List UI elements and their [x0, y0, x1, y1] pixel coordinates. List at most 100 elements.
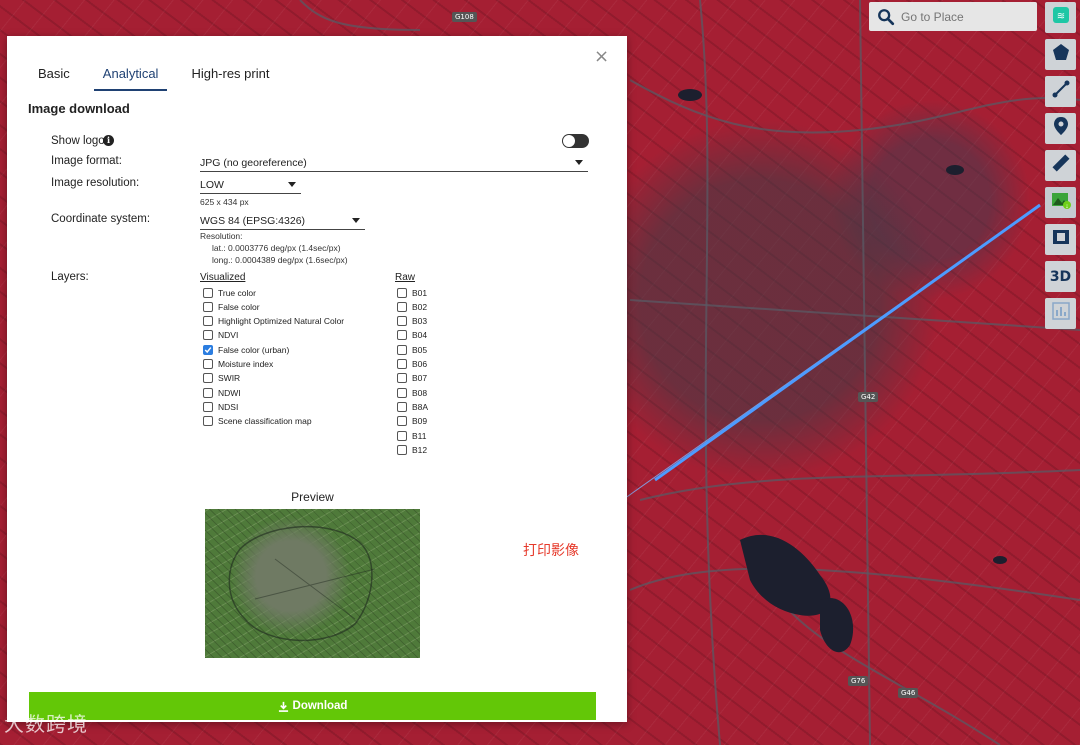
chevron-down-icon	[288, 182, 296, 187]
tab-basic[interactable]: Basic	[29, 64, 79, 91]
search-icon	[877, 8, 895, 26]
visualized-layer-item[interactable]: False color	[203, 300, 260, 313]
visualized-layer-label: NDVI	[218, 330, 239, 341]
raw-band-item[interactable]: B01	[397, 286, 427, 299]
search-box[interactable]	[869, 2, 1037, 31]
raw-band-item[interactable]: B11	[397, 429, 427, 442]
checkbox[interactable]	[397, 416, 407, 427]
visualized-layer-item[interactable]: NDVI	[203, 329, 238, 342]
tab-high-res-print[interactable]: High-res print	[182, 64, 278, 91]
place-marker-button[interactable]	[1045, 113, 1076, 144]
checkbox[interactable]	[203, 387, 213, 398]
raw-band-item[interactable]: B03	[397, 315, 427, 328]
image-resolution-label: Image resolution:	[51, 177, 140, 189]
checkbox[interactable]	[397, 444, 407, 455]
checkbox[interactable]	[203, 344, 213, 355]
raw-band-item[interactable]: B02	[397, 300, 427, 313]
visualized-layer-item[interactable]: Scene classification map	[203, 415, 312, 428]
checkbox[interactable]	[203, 301, 213, 312]
image-size-hint: 625 x 434 px	[200, 197, 249, 207]
coordinate-system-select[interactable]: WGS 84 (EPSG:4326)	[200, 215, 365, 230]
raw-band-item[interactable]: B07	[397, 372, 427, 385]
checkbox[interactable]	[397, 373, 407, 384]
checkbox[interactable]	[203, 416, 213, 427]
statistics-button[interactable]	[1045, 298, 1076, 329]
3d-button[interactable]: 3D	[1045, 261, 1076, 292]
checkbox[interactable]	[397, 359, 407, 369]
road-label: G76	[848, 676, 869, 686]
chevron-down-icon	[352, 218, 360, 223]
annotation-label: 打印影像	[523, 543, 579, 559]
checkbox[interactable]	[397, 430, 407, 441]
image-format-label: Image format:	[51, 155, 122, 167]
svg-text:↓: ↓	[1065, 203, 1069, 210]
image-resolution-select[interactable]: LOW	[200, 179, 301, 194]
checkbox[interactable]	[203, 373, 213, 384]
checkbox[interactable]	[203, 330, 213, 341]
raw-band-label: B11	[412, 430, 427, 441]
checkbox[interactable]	[397, 330, 407, 341]
raw-band-label: B12	[412, 444, 428, 455]
raw-band-item[interactable]: B8A	[397, 400, 428, 413]
raw-band-label: B07	[412, 373, 428, 384]
download-button[interactable]: Download	[29, 692, 596, 720]
preview-city-outline	[228, 525, 376, 642]
visualized-layer-item[interactable]: False color (urban)	[203, 343, 289, 356]
visualized-layer-label: Moisture index	[218, 359, 274, 369]
checkbox[interactable]	[203, 359, 213, 369]
checkbox[interactable]	[203, 401, 213, 412]
show-logo-toggle[interactable]	[562, 134, 589, 148]
checkbox[interactable]	[397, 387, 407, 398]
visualized-layer-label: Scene classification map	[218, 416, 312, 427]
download-label: Download	[292, 700, 348, 712]
visualized-layer-item[interactable]: NDWI	[203, 386, 241, 399]
image-format-select[interactable]: JPG (no georeference)	[200, 157, 588, 172]
toggle-knob	[563, 135, 575, 147]
timelapse-button[interactable]	[1045, 224, 1076, 255]
measure-button[interactable]	[1045, 150, 1076, 181]
checkbox[interactable]	[397, 287, 407, 298]
info-icon[interactable]: i	[103, 135, 114, 146]
search-input[interactable]	[901, 9, 1031, 24]
chevron-down-icon	[575, 160, 583, 165]
layers-button[interactable]: ≋	[1045, 2, 1076, 33]
check-icon	[204, 346, 212, 353]
visualized-layer-label: NDSI	[218, 401, 239, 412]
checkbox[interactable]	[397, 401, 407, 412]
visualized-layer-label: False color (urban)	[218, 344, 290, 355]
raw-band-item[interactable]: B12	[397, 443, 427, 456]
checkbox[interactable]	[397, 301, 407, 312]
raw-header: Raw	[395, 272, 416, 283]
raw-band-item[interactable]: B06	[397, 358, 427, 371]
raw-band-item[interactable]: B04	[397, 329, 427, 342]
visualized-layer-item[interactable]: Moisture index	[203, 358, 273, 371]
tab-analytical[interactable]: Analytical	[93, 64, 168, 91]
image-download-button[interactable]: ↓	[1045, 187, 1076, 218]
ruler-icon	[1051, 153, 1071, 178]
right-toolbar: ≋ ↓ 3D	[1045, 2, 1076, 335]
raw-band-item[interactable]: B05	[397, 343, 427, 356]
show-logo-label: Show logo	[51, 135, 105, 147]
draw-polygon-button[interactable]	[1045, 39, 1076, 70]
close-icon[interactable]: ×	[594, 46, 609, 67]
checkbox[interactable]	[397, 316, 407, 327]
raw-band-label: B05	[412, 344, 428, 355]
coordinate-system-label: Coordinate system:	[51, 213, 151, 225]
raw-band-item[interactable]: B09	[397, 415, 427, 428]
visualized-layer-item[interactable]: NDSI	[203, 400, 238, 413]
resolution-lat: lat.: 0.0003776 deg/px (1.4sec/px)	[212, 243, 341, 253]
checkbox[interactable]	[203, 287, 213, 298]
image-download-dialog: × Basic Analytical High-res print Image …	[7, 36, 627, 722]
measure-line-button[interactable]	[1045, 76, 1076, 107]
visualized-layer-label: NDWI	[218, 387, 241, 398]
checkbox[interactable]	[397, 344, 407, 355]
layers-label: Layers:	[51, 271, 89, 283]
raw-band-item[interactable]: B08	[397, 386, 427, 399]
checkbox[interactable]	[203, 316, 213, 327]
visualized-layer-item[interactable]: True color	[203, 286, 256, 299]
visualized-layer-label: True color	[218, 287, 256, 298]
visualized-layer-item[interactable]: Highlight Optimized Natural Color	[203, 315, 344, 328]
visualized-layer-item[interactable]: SWIR	[203, 372, 240, 385]
raw-band-label: B03	[412, 316, 428, 327]
section-title: Image download	[28, 101, 130, 116]
